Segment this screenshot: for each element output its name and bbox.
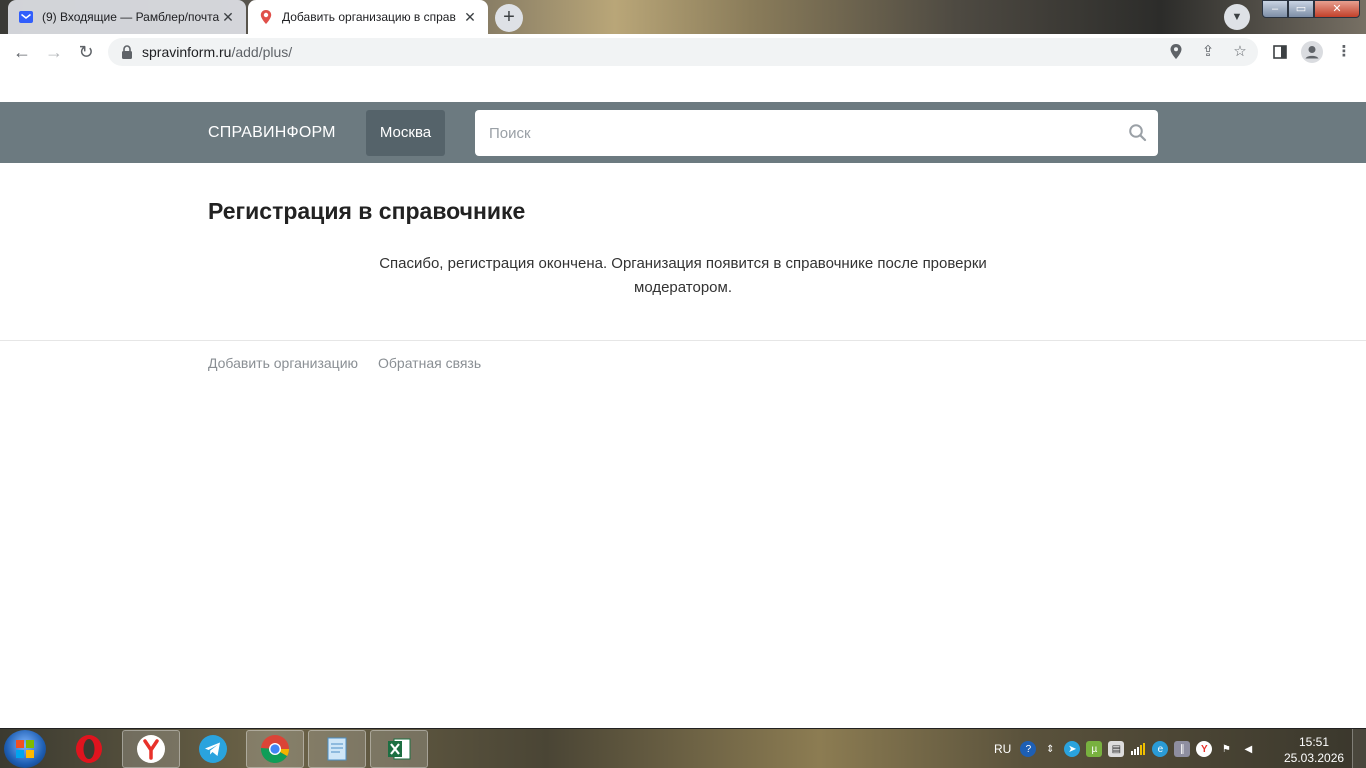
mail-icon [18,9,34,25]
close-icon[interactable]: ✕ [462,9,478,25]
back-arrow-icon[interactable]: ← [10,40,34,64]
windows-taskbar: RU ? ⇕ ➤ µ ▤ e ∥ Y ⚑ ◀ 15:51 25.03.2026 [0,728,1366,768]
show-hidden-icons-icon[interactable]: ⇕ [1042,741,1058,757]
app-tray-icon[interactable]: ∥ [1174,741,1191,757]
network-signal-icon[interactable] [1130,741,1146,757]
page-title: Регистрация в справочнике [208,198,526,224]
address-bar[interactable]: spravinform.ru/add/plus/ [108,38,1258,66]
windows-start-button[interactable] [4,730,46,768]
notepad-icon[interactable] [308,730,366,768]
language-indicator[interactable]: RU [994,742,1011,756]
site-header: СПРАВИНФОРМ Москва [0,102,1366,163]
footer-divider [0,340,1366,341]
map-pin-icon [258,9,274,25]
excel-icon[interactable] [370,730,428,768]
url-text: spravinform.ru/add/plus/ [142,44,292,60]
browser-tab-strip: (9) Входящие — Рамблер/почта ✕ Добавить … [0,0,1366,34]
menu-kebab-icon[interactable]: ⋮ [1332,40,1356,64]
yandex-tray-icon[interactable]: Y [1196,741,1213,757]
footer-link-feedback[interactable]: Обратная связь [378,355,481,371]
profile-avatar-icon[interactable] [1300,40,1324,64]
window-controls: – ▭ ✕ [1262,0,1360,18]
tab-title: Добавить организацию в справ [282,10,456,24]
telegram-tray-icon[interactable]: ➤ [1064,741,1081,757]
clock-time: 15:51 [1298,735,1330,749]
clipboard-icon[interactable]: ▤ [1108,741,1125,757]
reload-icon[interactable]: ↻ [74,40,98,64]
clock-date: 25.03.2026 [1284,751,1345,765]
search-box [475,110,1158,156]
browser-e-icon[interactable]: e [1152,741,1169,757]
tab-rambler-mail[interactable]: (9) Входящие — Рамблер/почта ✕ [8,0,246,34]
footer-link-add-organization[interactable]: Добавить организацию [208,355,358,371]
chrome-icon[interactable] [246,730,304,768]
show-desktop-button[interactable] [1352,729,1366,768]
yandex-browser-icon[interactable] [122,730,180,768]
telegram-icon[interactable] [184,730,242,768]
opera-icon[interactable] [60,730,118,768]
action-center-flag-icon[interactable]: ⚑ [1218,741,1234,757]
tab-title: (9) Входящие — Рамблер/почта [42,10,220,24]
volume-icon[interactable]: ◀ [1240,741,1256,757]
url-host: spravinform.ru [142,44,232,60]
forward-arrow-icon[interactable]: → [42,40,66,64]
help-icon[interactable]: ? [1020,741,1037,757]
city-select-button[interactable]: Москва [366,110,445,156]
side-panel-icon[interactable] [1268,40,1292,64]
system-tray: RU ? ⇕ ➤ µ ▤ e ∥ Y ⚑ ◀ [994,729,1259,768]
lock-icon[interactable] [120,45,134,59]
close-window-icon[interactable]: ✕ [1314,0,1360,18]
minimize-icon[interactable]: – [1262,0,1288,18]
share-icon[interactable]: ⇪ [1196,40,1220,64]
taskbar-clock[interactable]: 15:51 25.03.2026 [1284,734,1344,766]
tab-search-chevron-icon[interactable]: ▼ [1224,4,1250,30]
search-icon[interactable] [1128,123,1148,143]
location-pin-icon[interactable] [1164,40,1188,64]
new-tab-button[interactable]: + [495,4,523,32]
maximize-icon[interactable]: ▭ [1288,0,1314,18]
search-input[interactable] [475,110,1115,156]
close-icon[interactable]: ✕ [220,9,236,25]
success-message: Спасибо, регистрация окончена. Организац… [379,255,987,296]
utorrent-icon[interactable]: µ [1086,741,1103,757]
bookmark-star-icon[interactable]: ☆ [1228,40,1252,64]
browser-toolbar: ← → ↻ spravinform.ru/add/plus/ ⇪ ☆ ⋮ [0,34,1366,70]
url-path: /add/plus/ [231,44,293,60]
tab-spravinform[interactable]: Добавить организацию в справ ✕ [248,0,488,34]
site-logo[interactable]: СПРАВИНФОРМ [208,124,336,142]
